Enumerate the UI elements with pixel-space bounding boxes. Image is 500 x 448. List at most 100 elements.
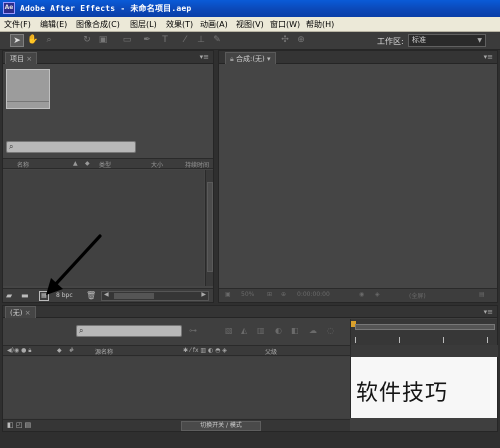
hide-shy-layers-icon[interactable]: ◭ (241, 326, 247, 335)
eraser-tool-icon[interactable]: ✎ (210, 34, 224, 47)
ruler-tick (487, 337, 488, 343)
brainstorm-icon[interactable]: ☁ (309, 326, 317, 335)
chevron-down-icon[interactable]: ▾ (267, 55, 271, 63)
composition-viewer[interactable] (219, 65, 497, 287)
always-preview-icon[interactable]: ▣ (225, 291, 231, 298)
3d-view-icon[interactable]: ▤ (479, 291, 485, 298)
scroll-left-icon[interactable]: ◀ (104, 291, 109, 298)
menu-view[interactable]: 视图(V) (236, 19, 264, 30)
zoom-tool-icon[interactable]: ⌕ (42, 34, 56, 47)
menu-effect[interactable]: 效果(T) (166, 19, 193, 30)
rotate-tool-icon[interactable]: ↻ (80, 34, 94, 47)
hand-tool-icon[interactable]: ✋ (26, 34, 40, 47)
project-horizontal-scrollbar[interactable]: ◀ ▶ (101, 291, 209, 301)
ruler-tick (443, 337, 444, 343)
label-icon: ◆ (85, 160, 90, 167)
menu-composition[interactable]: 图像合成(C) (76, 19, 120, 30)
workspace-label: 工作区: (377, 37, 404, 46)
puppet-pin-icon[interactable]: ⊕ (294, 34, 308, 47)
new-folder-icon[interactable]: ▬ (21, 291, 29, 301)
timeline-panel: (无) × ▾≡ ⌕ ⊶ ▧ ◭ ▥ ◐ ◧ ☁ ◌ ◀)◉ ● 🔒︎ ◆ # … (2, 305, 498, 432)
window-title: Adobe After Effects - 未命名项目.aep (20, 4, 192, 13)
work-area-bar[interactable] (355, 324, 495, 330)
tools-toolbar: ➤ ✋ ⌕ ↻ ▣ ▭ ✒ T ⁄ ⊥ ✎ ✣ ⊕ 工作区: 标准 ▼ (0, 32, 500, 50)
new-composition-icon[interactable]: ▦ (39, 291, 49, 301)
pen-tool-icon[interactable]: ✒ (140, 34, 154, 47)
show-channel-icon[interactable]: ◈ (375, 291, 380, 298)
layer-column-headers: ◀)◉ ● 🔒︎ ◆ # 源名称 ✱ ⁄ fx ▥ ◐ ◓ ◈ 父级 (3, 345, 350, 356)
frame-blending-icon[interactable]: ▥ (257, 326, 265, 335)
composition-panel-tabs: 🔒︎ 合成:(无) ▾ ▾≡ (219, 51, 497, 64)
layer-number-icon: # (69, 347, 75, 354)
scroll-right-icon[interactable]: ▶ (201, 291, 206, 298)
close-icon[interactable]: × (26, 55, 32, 63)
layer-list[interactable] (3, 357, 350, 418)
menu-layer[interactable]: 图层(L) (130, 19, 157, 30)
toggle-switches-modes-button[interactable]: 切换开关 / 模式 (181, 421, 261, 431)
menu-window[interactable]: 窗口(W) (270, 19, 300, 30)
ruler-tick (355, 337, 356, 343)
brush-tool-icon[interactable]: ⁄ (178, 34, 192, 47)
panel-menu-icon[interactable]: ▾≡ (484, 53, 493, 61)
auto-keyframe-icon[interactable]: ◌ (327, 326, 334, 335)
bit-depth-button[interactable]: 8 bpc (56, 292, 73, 299)
column-source-name[interactable]: 源名称 (95, 347, 113, 356)
timeline-search-input[interactable]: ⌕ (76, 325, 182, 337)
search-icon: ⌕ (9, 142, 14, 151)
timeline-tabs: (无) × ▾≡ (3, 306, 497, 318)
clone-tool-icon[interactable]: ⊥ (194, 34, 208, 47)
mask-visibility-icon[interactable]: ⊕ (281, 291, 286, 298)
menu-help[interactable]: 帮助(H) (306, 19, 334, 30)
interpret-footage-icon[interactable]: ▰ (6, 291, 12, 301)
panel-menu-icon[interactable]: ▾≡ (484, 308, 493, 316)
tab-project[interactable]: 项目 × (5, 52, 38, 64)
column-size[interactable]: 大小 (151, 160, 163, 169)
camera-snapshot-icon[interactable]: ◉ (359, 291, 364, 298)
timeline-footer-icons[interactable]: ◧ ◰ ▤ (7, 421, 31, 429)
switches-icons: ✱ ⁄ fx ▥ ◐ ◓ ◈ (183, 347, 227, 354)
mask-tool-icon[interactable]: ▭ (120, 34, 134, 47)
column-type[interactable]: 类型 (99, 160, 111, 169)
grid-icon[interactable]: ⊞ (267, 291, 272, 298)
timeline-track-area[interactable]: 软件技巧 (350, 345, 498, 418)
puppet-tool-icon[interactable]: ✣ (278, 34, 292, 47)
menu-edit[interactable]: 编辑(E) (40, 19, 67, 30)
column-name[interactable]: 名称 (17, 160, 29, 169)
resolution-select[interactable]: (全屏) (409, 291, 426, 300)
text-tool-icon[interactable]: T (158, 34, 172, 47)
project-footer: ▰ ▬ ▦ 8 bpc 🗑 ◀ ▶ (3, 288, 213, 302)
column-duration[interactable]: 持续时间 (185, 160, 209, 169)
track-header-strip (351, 345, 498, 357)
project-item-list[interactable] (3, 170, 204, 286)
tab-timeline[interactable]: (无) × (5, 306, 36, 318)
lock-icon[interactable]: 🔒︎ (230, 55, 234, 63)
graph-editor-icon[interactable]: ◧ (291, 326, 299, 335)
scrollbar-thumb[interactable] (114, 293, 154, 299)
motion-blur-icon[interactable]: ◐ (275, 326, 282, 335)
tab-composition[interactable]: 🔒︎ 合成:(无) ▾ (225, 52, 276, 64)
scrollbar-thumb[interactable] (207, 182, 213, 272)
comp-mini-flowchart-icon[interactable]: ⊶ (189, 326, 197, 335)
menu-file[interactable]: 文件(F) (4, 19, 31, 30)
workspace-select[interactable]: 标准 ▼ (408, 34, 486, 47)
column-parent[interactable]: 父级 (265, 347, 277, 356)
zoom-select[interactable]: 50% (241, 291, 254, 298)
camera-tool-icon[interactable]: ▣ (96, 34, 110, 47)
watermark-text: 软件技巧 (356, 381, 449, 406)
time-code[interactable]: 0:00:00:00 (297, 291, 330, 298)
menu-animation[interactable]: 动画(A) (200, 19, 228, 30)
timeline-ruler[interactable] (350, 319, 497, 345)
project-vertical-scrollbar[interactable] (205, 170, 213, 286)
project-panel-tabs: 项目 × ▾≡ (3, 51, 213, 64)
project-search-input[interactable]: ⌕ (6, 141, 136, 153)
trash-icon[interactable]: 🗑 (86, 291, 96, 301)
project-thumbnail (6, 69, 50, 109)
close-icon[interactable]: × (25, 309, 31, 317)
label-icon: ◆ (57, 347, 62, 354)
sort-arrow-icon: ▲ (73, 160, 78, 167)
selection-tool-icon[interactable]: ➤ (10, 34, 24, 47)
av-features-icons: ◀)◉ ● 🔒︎ (7, 347, 32, 354)
panel-menu-icon[interactable]: ▾≡ (200, 53, 209, 61)
title-bar: Ae Adobe After Effects - 未命名项目.aep (0, 0, 500, 17)
draft-3d-icon[interactable]: ▧ (225, 326, 233, 335)
